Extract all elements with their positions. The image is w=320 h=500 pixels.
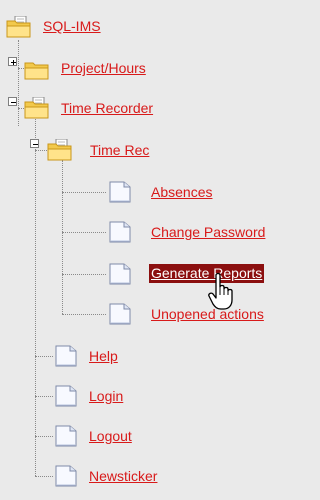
tree-link-absences[interactable]: Absences [151,184,212,201]
hand-pointer-cursor-icon [208,272,233,310]
folder-with-document-icon [24,97,49,119]
folder-with-document-icon [47,139,72,161]
tree-node-absences[interactable]: Absences [0,178,280,206]
tree-node-help[interactable]: Help [0,342,200,370]
tree-link-change-password[interactable]: Change Password [151,224,265,241]
tree-link-help[interactable]: Help [89,348,118,365]
document-icon [109,221,131,243]
tree-link-time-rec[interactable]: Time Rec [90,142,149,159]
tree-node-time-recorder[interactable]: Time Recorder [0,94,220,122]
tree-node-time-rec[interactable]: Time Rec [0,136,220,164]
tree-node-newsticker[interactable]: Newsticker [0,462,200,490]
tree-link-generate-reports[interactable]: Generate Reports [149,264,265,283]
document-icon [109,303,131,325]
document-icon [55,465,77,487]
tree-node-change-password[interactable]: Change Password [0,218,320,246]
document-icon [55,425,77,447]
tree-link-logout[interactable]: Logout [89,428,132,445]
navigation-tree: SQL-IMS Project/Hours Time Recorder Time… [0,0,320,500]
tree-node-unopened-actions[interactable]: Unopened actions [0,300,320,328]
folder-with-document-icon [6,16,31,38]
tree-node-project-hours[interactable]: Project/Hours [0,54,220,82]
tree-link-project-hours[interactable]: Project/Hours [61,60,146,77]
document-icon [55,345,77,367]
document-icon [109,263,131,285]
tree-node-generate-reports[interactable]: Generate Reports [0,260,300,288]
tree-link-login[interactable]: Login [89,388,123,405]
folder-icon [24,62,49,80]
tree-node-login[interactable]: Login [0,382,200,410]
tree-link-sql-ims[interactable]: SQL-IMS [43,18,101,35]
document-icon [109,181,131,203]
document-icon [55,385,77,407]
tree-link-newsticker[interactable]: Newsticker [89,468,157,485]
tree-node-logout[interactable]: Logout [0,422,200,450]
tree-node-root[interactable]: SQL-IMS [0,12,200,40]
tree-link-time-recorder[interactable]: Time Recorder [61,100,153,117]
